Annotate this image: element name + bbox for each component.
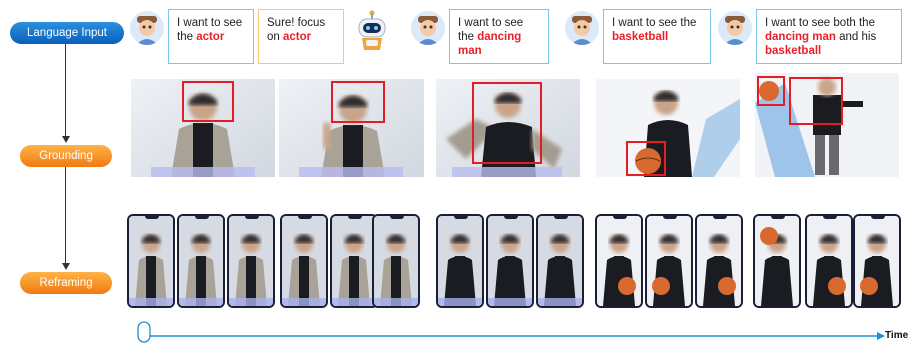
timeline-start-handle bbox=[137, 321, 151, 343]
reframing-label: Reframing bbox=[39, 277, 93, 289]
bubble-highlight: basketball bbox=[612, 31, 669, 43]
reframed-phone-frame bbox=[486, 214, 534, 308]
bubble-highlight: dancing man bbox=[765, 31, 836, 43]
phone-notch bbox=[145, 216, 159, 219]
robot-assistant-icon bbox=[350, 8, 394, 52]
phone-notch bbox=[245, 216, 259, 219]
grounding-frame bbox=[279, 79, 424, 177]
user-avatar-icon bbox=[130, 11, 164, 45]
user-avatar-icon bbox=[718, 11, 752, 45]
phone-notch bbox=[823, 216, 837, 219]
grounding-label: Grounding bbox=[39, 150, 93, 162]
user-avatar-icon bbox=[411, 11, 445, 45]
phone-notch bbox=[871, 216, 885, 219]
phone-notch bbox=[390, 216, 404, 219]
phone-notch bbox=[504, 216, 518, 219]
bubble-text: I want to see both the bbox=[765, 17, 875, 29]
time-label: Time bbox=[885, 330, 909, 341]
reframed-phone-frame bbox=[853, 214, 901, 308]
reframed-phone-frame bbox=[127, 214, 175, 308]
reframed-phone-frame bbox=[805, 214, 853, 308]
reframed-phone-frame bbox=[436, 214, 484, 308]
bounding-box bbox=[789, 77, 843, 125]
speech-bubble: I want to see both the dancing man and h… bbox=[756, 9, 902, 64]
reframed-phone-frame bbox=[330, 214, 378, 308]
bounding-box bbox=[331, 81, 385, 123]
reframed-phone-frame bbox=[177, 214, 225, 308]
grounding-stage: Grounding bbox=[20, 145, 112, 167]
timeline-arrow-head bbox=[877, 332, 885, 340]
bubble-text: and his bbox=[835, 31, 877, 43]
language-input-stage: Language Input bbox=[10, 22, 124, 44]
language-input-label: Language Input bbox=[27, 27, 107, 39]
bubble-highlight: basketball bbox=[765, 45, 822, 57]
flow-arrow-2 bbox=[65, 167, 67, 263]
speech-bubble: I want to see the dancing man bbox=[449, 9, 549, 64]
grounding-frame bbox=[596, 79, 740, 177]
reframed-phone-frame bbox=[280, 214, 328, 308]
phone-notch bbox=[663, 216, 677, 219]
speech-bubble: I want to see the actor bbox=[168, 9, 254, 64]
reply-bubble: Sure! focus on actor bbox=[258, 9, 344, 64]
reframing-stage: Reframing bbox=[20, 272, 112, 294]
reframed-phone-frame bbox=[645, 214, 693, 308]
reframed-phone-frame bbox=[753, 214, 801, 308]
phone-notch bbox=[454, 216, 468, 219]
grounding-frame bbox=[755, 73, 899, 177]
bounding-box bbox=[757, 76, 785, 106]
flow-arrow-2-head bbox=[61, 263, 70, 270]
phone-notch bbox=[298, 216, 312, 219]
phone-notch bbox=[554, 216, 568, 219]
speech-bubble: I want to see the basketball bbox=[603, 9, 711, 64]
phone-notch bbox=[613, 216, 627, 219]
phone-notch bbox=[713, 216, 727, 219]
flow-arrow-1-head bbox=[61, 136, 70, 143]
timeline bbox=[137, 321, 885, 343]
grounding-frame bbox=[436, 79, 580, 177]
bounding-box bbox=[626, 141, 666, 176]
bubble-text: I want to see the bbox=[612, 17, 697, 29]
bubble-highlight: actor bbox=[283, 31, 312, 43]
reframed-phone-frame bbox=[595, 214, 643, 308]
bubble-highlight: actor bbox=[196, 31, 225, 43]
bounding-box bbox=[182, 81, 234, 122]
bounding-box bbox=[472, 82, 542, 164]
phone-notch bbox=[348, 216, 362, 219]
reframed-phone-frame bbox=[536, 214, 584, 308]
reframed-phone-frame bbox=[695, 214, 743, 308]
grounding-frame bbox=[131, 79, 275, 177]
flow-arrow-1 bbox=[65, 44, 67, 136]
user-avatar-icon bbox=[565, 11, 599, 45]
phone-notch bbox=[771, 216, 785, 219]
phone-notch bbox=[195, 216, 209, 219]
reframed-phone-frame bbox=[372, 214, 420, 308]
reframed-phone-frame bbox=[227, 214, 275, 308]
